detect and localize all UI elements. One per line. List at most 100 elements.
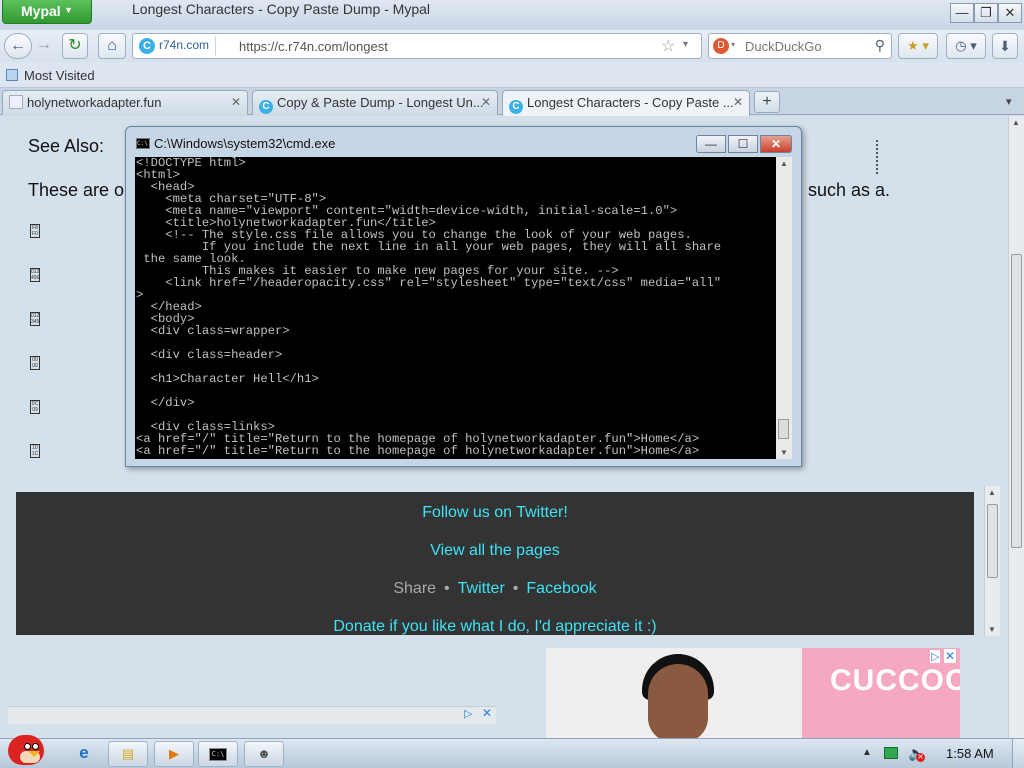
taskbar-media-player[interactable]: ▶ <box>154 741 194 767</box>
cmd-icon: C:\ <box>136 138 150 149</box>
media-player-icon: ▶ <box>169 746 179 761</box>
cmd-output-line: </head> <box>136 300 202 314</box>
scroll-down-icon[interactable]: ▼ <box>780 448 788 457</box>
cmd-console[interactable]: <!DOCTYPE html> <html> <head> <meta chars… <box>135 157 792 459</box>
tab-close-icon[interactable]: ✕ <box>733 95 743 109</box>
cmd-output-line: <div class=header> <box>136 348 283 362</box>
site-identity-button[interactable]: C r74n.com <box>135 36 217 56</box>
ad-info-icon[interactable]: ▷ <box>930 650 941 663</box>
bird-eye-shape <box>32 743 39 750</box>
cmd-minimize-button[interactable]: — <box>696 135 726 153</box>
scrollbar-thumb[interactable] <box>778 419 789 439</box>
restore-button[interactable]: ❐ <box>974 3 998 23</box>
unicode-glyph-box[interactable]: F8 F0 <box>30 224 40 238</box>
new-tab-button[interactable]: + <box>754 91 780 113</box>
search-input[interactable]: DuckDuckGo <box>745 39 822 54</box>
reload-button[interactable]: ↻ <box>62 33 88 59</box>
system-clock[interactable]: 1:58 AM <box>946 746 994 761</box>
scrollbar-thumb[interactable] <box>987 504 998 578</box>
ad-close-icon[interactable]: ✕ <box>482 706 492 720</box>
view-all-pages-link[interactable]: View all the pages <box>16 542 974 560</box>
show-desktop-button[interactable] <box>1012 739 1024 768</box>
share-facebook-link[interactable]: Facebook <box>526 580 596 597</box>
cmd-output-line: <!DOCTYPE html> <box>136 157 246 170</box>
cmd-output-line: </div> <box>136 396 195 410</box>
unicode-glyph-box[interactable]: 0C 09 <box>30 400 40 414</box>
follow-twitter-link[interactable]: Follow us on Twitter! <box>16 504 974 522</box>
cmd-close-button[interactable]: ✕ <box>760 135 792 153</box>
bookmark-star-icon[interactable]: ☆ <box>661 36 675 56</box>
footer-scrollbar[interactable]: ▲ ▼ <box>984 486 1000 636</box>
history-button[interactable]: ◷ ▾ <box>946 33 986 59</box>
share-twitter-link[interactable]: Twitter <box>458 580 505 597</box>
cmd-maximize-button[interactable]: ☐ <box>728 135 758 153</box>
volume-muted-icon: ✕ <box>916 753 925 762</box>
network-icon[interactable] <box>884 747 898 759</box>
tab-copy-paste-dump[interactable]: C Copy & Paste Dump - Longest Un... ✕ <box>252 90 498 115</box>
chevron-down-icon[interactable]: ▾ <box>731 40 735 49</box>
raccoon-app-icon: ☻ <box>257 746 271 761</box>
ad-strip <box>8 706 496 724</box>
ad-info-icon[interactable]: ▷ <box>464 707 472 720</box>
scroll-up-icon[interactable]: ▲ <box>1012 118 1020 127</box>
taskbar: e ▤ ▶ C:\ ☻ ▲ 🔈 ✕ 1:58 AM <box>0 735 1024 768</box>
search-bar[interactable]: D ▾ DuckDuckGo ⚲ <box>708 33 892 59</box>
bookmark-label: Most Visited <box>24 68 95 83</box>
ad-model-image <box>626 654 736 738</box>
tab-close-icon[interactable]: ✕ <box>231 95 241 109</box>
separator: • <box>512 580 519 597</box>
start-button[interactable] <box>4 731 48 768</box>
unicode-glyph-box[interactable]: 10 1C <box>30 444 40 458</box>
scroll-down-icon[interactable]: ▼ <box>988 625 996 634</box>
forward-button[interactable]: → <box>32 33 56 59</box>
list-all-tabs-icon[interactable]: ▾ <box>1006 95 1012 108</box>
taskbar-app[interactable]: ☻ <box>244 741 284 767</box>
bookmarks-toolbar: Most Visited <box>0 62 1024 88</box>
scrollbar-thumb[interactable] <box>1011 254 1022 548</box>
cmd-window[interactable]: C:\ C:\Windows\system32\cmd.exe — ☐ ✕ <!… <box>125 126 802 467</box>
advertisement-banner[interactable]: CUCCOO ▷ ✕ <box>546 648 960 738</box>
cmd-output-line: <h1>Character Hell</h1> <box>136 372 319 386</box>
duckduckgo-icon[interactable]: D <box>713 38 729 54</box>
reload-icon: ↻ <box>68 37 82 54</box>
unicode-glyph-box[interactable]: 012 345 <box>30 312 40 326</box>
back-arrow-icon: ← <box>10 37 26 54</box>
donate-link[interactable]: Donate if you like what I do, I'd apprec… <box>16 618 974 636</box>
scroll-up-icon[interactable]: ▲ <box>988 488 996 497</box>
tab-label: holynetworkadapter.fun <box>27 95 162 110</box>
site-favicon-icon: C <box>259 100 273 114</box>
site-favicon-icon: C <box>509 100 523 114</box>
see-also-heading: See Also: <box>28 136 105 156</box>
ad-brand-logo: CUCCOO <box>830 664 960 697</box>
taskbar-internet-explorer[interactable]: e <box>64 741 104 767</box>
url-history-dropdown-icon[interactable]: ▾ <box>683 39 688 50</box>
browser-titlebar: Mypal ▼ Longest Characters - Copy Paste … <box>0 0 1024 30</box>
app-menu-button[interactable]: Mypal ▼ <box>2 0 92 24</box>
bookmarks-button[interactable]: ★ ▾ <box>898 33 938 59</box>
cmd-scrollbar[interactable]: ▲ ▼ <box>776 157 792 459</box>
bookmark-most-visited[interactable]: Most Visited <box>6 68 95 83</box>
tab-holynetworkadapter[interactable]: holynetworkadapter.fun ✕ <box>2 90 248 115</box>
close-button[interactable]: ✕ <box>998 3 1022 23</box>
ad-close-icon[interactable]: ✕ <box>944 649 957 663</box>
cmd-output-line: <link href="/headeropacity.css" rel="sty… <box>136 276 722 290</box>
tab-longest-characters[interactable]: C Longest Characters - Copy Paste ... ✕ <box>502 90 750 116</box>
back-button[interactable]: ← <box>4 33 32 59</box>
taskbar-cmd[interactable]: C:\ <box>198 741 238 767</box>
home-button[interactable]: ⌂ <box>98 33 126 59</box>
downloads-button[interactable]: ⬇ <box>992 33 1018 59</box>
download-icon: ⬇ <box>999 38 1011 54</box>
search-icon[interactable]: ⚲ <box>875 37 885 54</box>
taskbar-file-explorer[interactable]: ▤ <box>108 741 148 767</box>
share-row: Share • Twitter • Facebook <box>16 580 974 598</box>
minimize-button[interactable]: — <box>950 3 974 23</box>
show-hidden-icons-icon[interactable]: ▲ <box>862 747 872 758</box>
scroll-up-icon[interactable]: ▲ <box>780 159 788 168</box>
unicode-glyph-box[interactable]: 0123 4568 <box>30 268 40 282</box>
page-scrollbar[interactable]: ▲ <box>1008 116 1024 738</box>
unicode-glyph-box[interactable]: 00 00 <box>30 356 40 370</box>
url-input[interactable]: https://c.r74n.com/longest <box>239 39 388 54</box>
tab-close-icon[interactable]: ✕ <box>481 95 491 109</box>
url-bar[interactable]: C r74n.com https://c.r74n.com/longest ☆ … <box>132 33 702 59</box>
cmd-output-line: <div class=wrapper> <box>136 324 290 338</box>
